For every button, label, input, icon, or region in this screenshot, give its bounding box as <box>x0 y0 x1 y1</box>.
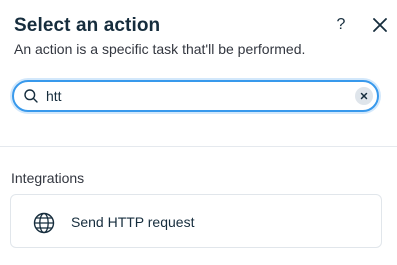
close-icon <box>373 18 387 32</box>
dialog-title: Select an action <box>14 15 161 36</box>
search-icon <box>24 89 38 103</box>
divider <box>0 146 397 147</box>
clear-icon <box>360 92 368 100</box>
close-button[interactable] <box>370 15 390 35</box>
help-button[interactable]: ? <box>331 14 351 36</box>
dialog-subtitle: An action is a specific task that'll be … <box>14 41 306 57</box>
section-label-integrations: Integrations <box>11 170 85 186</box>
action-item-label: Send HTTP request <box>71 214 195 230</box>
clear-search-button[interactable] <box>355 87 373 105</box>
search-input[interactable] <box>46 86 346 106</box>
globe-icon <box>33 212 55 234</box>
search-box[interactable] <box>12 80 379 112</box>
action-item-send-http-request[interactable]: Send HTTP request <box>10 194 382 248</box>
select-action-dialog: Select an action An action is a specific… <box>0 0 397 265</box>
